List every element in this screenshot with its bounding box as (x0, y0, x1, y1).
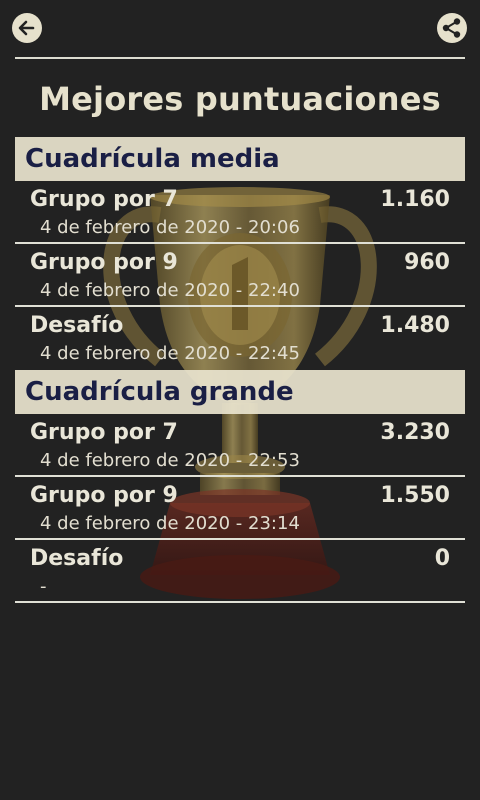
score-date: - (40, 576, 47, 597)
share-button[interactable] (437, 13, 467, 43)
score-row: Grupo por 9 1.550 4 de febrero de 2020 -… (15, 477, 465, 540)
score-value: 3.230 (380, 420, 450, 445)
score-value: 1.480 (380, 313, 450, 338)
top-bar (0, 0, 480, 56)
mode-name: Grupo por 7 (30, 187, 178, 212)
section-header-medium-grid: Cuadrícula media (15, 137, 465, 181)
back-button[interactable] (12, 13, 42, 43)
mode-name: Grupo por 9 (30, 250, 178, 275)
score-value: 960 (404, 250, 450, 275)
mode-name: Desafío (30, 313, 124, 338)
scores-list: Cuadrícula media Grupo por 7 1.160 4 de … (15, 137, 465, 603)
score-row: Grupo por 7 3.230 4 de febrero de 2020 -… (15, 414, 465, 477)
divider (15, 57, 465, 59)
mode-name: Grupo por 9 (30, 483, 178, 508)
score-value: 1.160 (380, 187, 450, 212)
score-value: 0 (434, 546, 450, 571)
page-title: Mejores puntuaciones (39, 80, 441, 118)
score-row: Grupo por 9 960 4 de febrero de 2020 - 2… (15, 244, 465, 307)
arrow-left-icon (18, 20, 35, 36)
share-icon (442, 18, 461, 38)
score-date: 4 de febrero de 2020 - 23:14 (40, 513, 300, 534)
score-date: 4 de febrero de 2020 - 22:45 (40, 343, 300, 364)
high-scores-screen: Mejores puntuaciones Cuadrícula media Gr… (0, 0, 480, 800)
mode-name: Desafío (30, 546, 124, 571)
score-row: Grupo por 7 1.160 4 de febrero de 2020 -… (15, 181, 465, 244)
score-date: 4 de febrero de 2020 - 20:06 (40, 217, 300, 238)
score-date: 4 de febrero de 2020 - 22:40 (40, 280, 300, 301)
score-date: 4 de febrero de 2020 - 22:53 (40, 450, 300, 471)
score-value: 1.550 (380, 483, 450, 508)
score-row: Desafío 1.480 4 de febrero de 2020 - 22:… (15, 307, 465, 370)
section-header-large-grid: Cuadrícula grande (15, 370, 465, 414)
score-row: Desafío 0 - (15, 540, 465, 603)
mode-name: Grupo por 7 (30, 420, 178, 445)
